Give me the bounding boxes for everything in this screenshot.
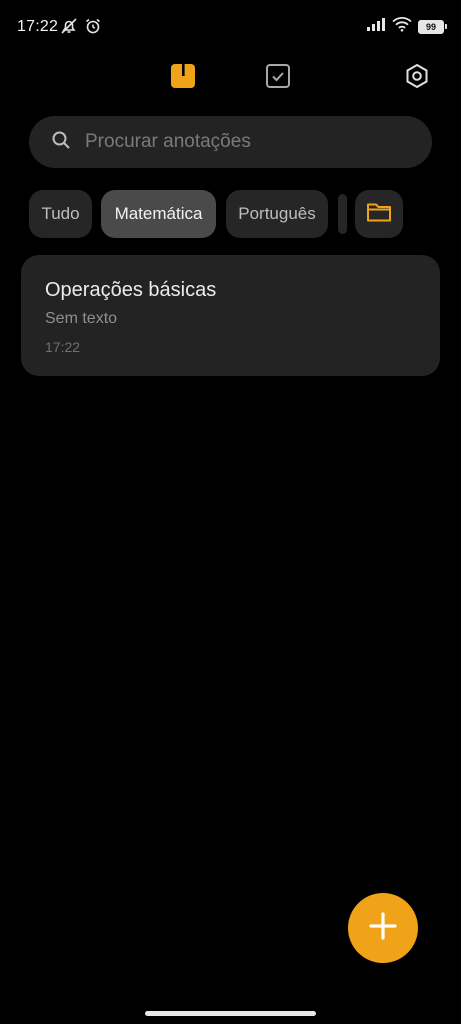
settings-button[interactable]: [403, 63, 431, 94]
manage-folders-button[interactable]: [355, 190, 403, 238]
note-card[interactable]: Operações básicas Sem texto 17:22: [21, 255, 440, 376]
status-left-icons: [60, 17, 102, 40]
wifi-icon: [392, 16, 412, 37]
battery-icon: 99: [418, 19, 447, 34]
note-timestamp: 17:22: [45, 339, 81, 355]
folder-chip-matematica[interactable]: Matemática: [101, 190, 216, 238]
status-bar: 17:22 99: [0, 0, 461, 56]
search-input[interactable]: [83, 130, 407, 154]
tab-notes[interactable]: [169, 63, 197, 94]
checkbox-icon: [265, 63, 291, 94]
folder-chip-portugues[interactable]: Português: [226, 190, 328, 238]
tab-tasks[interactable]: [264, 63, 292, 94]
note-icon: [170, 63, 196, 94]
status-right-icons: 99: [366, 16, 447, 37]
folder-icon: [366, 201, 392, 228]
home-indicator[interactable]: [145, 1011, 316, 1016]
note-preview: Sem texto: [45, 310, 118, 327]
add-note-button[interactable]: [348, 893, 418, 963]
muted-bell-icon: [60, 17, 78, 40]
folder-chip-label: Português: [238, 204, 316, 223]
folder-chip-tudo[interactable]: Tudo: [29, 190, 92, 238]
signal-icon: [366, 17, 386, 36]
gear-icon: [404, 63, 430, 94]
folder-chip-label: Matemática: [114, 204, 203, 223]
alarm-icon: [84, 17, 102, 40]
search-bar[interactable]: [29, 116, 432, 168]
plus-icon: [368, 911, 398, 946]
note-title: Operações básicas: [45, 279, 217, 301]
folder-chip-label: Tudo: [41, 204, 80, 223]
status-time: 17:22: [17, 18, 59, 35]
chips-overflow-edge: [338, 194, 347, 234]
search-icon: [51, 130, 71, 155]
